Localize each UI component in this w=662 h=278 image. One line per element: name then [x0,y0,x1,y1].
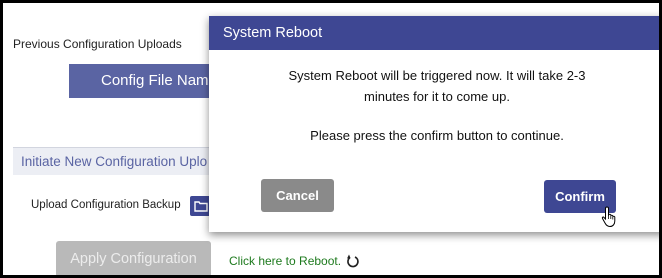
dialog-message-gap [209,107,659,125]
upload-backup-label: Upload Configuration Backup [31,199,181,211]
dialog-message-line-2: minutes for it to come up. [364,89,510,104]
reboot-link[interactable]: Click here to Reboot. [229,253,361,269]
previous-uploads-label: Previous Configuration Uploads [13,37,182,51]
initiate-section-title: Initiate New Configuration Uplo [13,147,223,175]
system-reboot-dialog: System Reboot System Reboot will be trig… [209,16,659,232]
config-file-name-header: Config File Name [69,64,219,98]
reboot-icon [347,254,359,268]
cancel-button[interactable]: Cancel [261,179,334,212]
config-page: Previous Configuration Uploads Config Fi… [3,3,659,275]
folder-upload-icon [194,201,208,212]
dialog-message-line-1: System Reboot will be triggered now. It … [288,68,586,83]
dialog-message: System Reboot will be triggered now. It … [209,65,659,146]
reboot-link-text: Click here to Reboot. [229,254,342,268]
hand-cursor-icon [601,206,616,228]
apply-configuration-button[interactable]: Apply Configuration [56,241,211,275]
dialog-title: System Reboot [209,16,659,50]
dialog-message-line-3: Please press the confirm button to conti… [310,128,564,143]
